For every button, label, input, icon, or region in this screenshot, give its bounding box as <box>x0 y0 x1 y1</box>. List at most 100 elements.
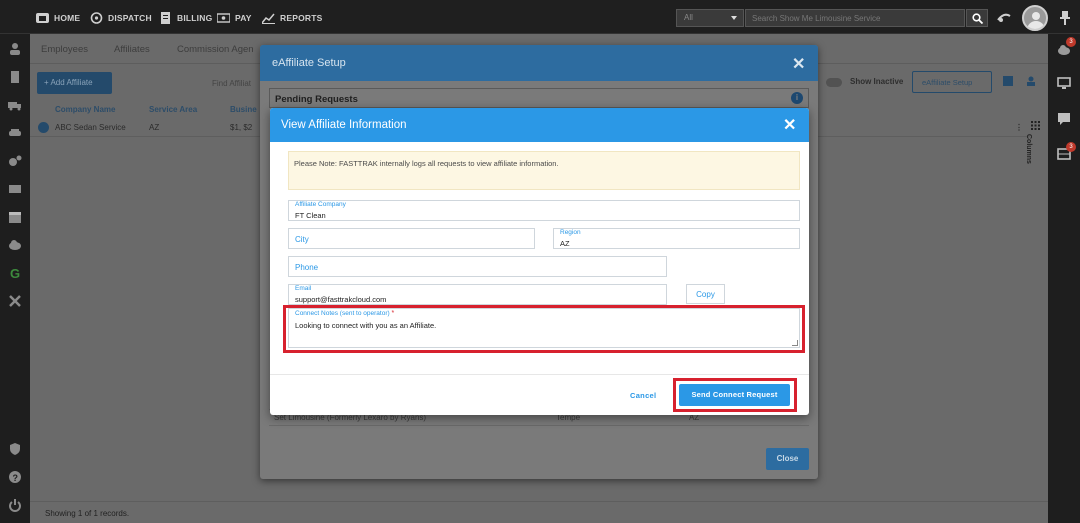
search-scope-value: All <box>684 13 693 22</box>
top-navigation-bar: HOME DISPATCH BILLING PAY REPORTS All Se… <box>0 0 1080 34</box>
logging-notice: Please Note: FASTTRAK internally logs al… <box>288 151 800 190</box>
view-modal-header: View Affiliate Information ✕ <box>270 108 809 142</box>
nav-dispatch-label: DISPATCH <box>108 13 152 23</box>
region-value: AZ <box>560 239 570 248</box>
send-highlight-box <box>673 378 797 412</box>
view-modal-title: View Affiliate Information <box>281 119 407 131</box>
help-icon[interactable]: ? <box>8 470 22 484</box>
view-affiliate-modal: View Affiliate Information ✕ Please Note… <box>270 108 809 415</box>
nav-billing[interactable]: BILLING <box>159 10 212 26</box>
nav-pay-label: PAY <box>235 13 252 23</box>
dispatch-icon <box>90 12 103 24</box>
person-icon[interactable] <box>1025 75 1037 87</box>
row-company: ABC Sedan Service <box>55 123 126 132</box>
svg-text:G: G <box>10 266 20 280</box>
nav-reports[interactable]: REPORTS <box>261 10 323 26</box>
avatar-body <box>1027 21 1045 29</box>
vehicle-icon[interactable] <box>8 182 22 196</box>
home-icon <box>36 12 49 24</box>
avatar-head <box>1032 12 1040 20</box>
setup-modal-title: eAffiliate Setup <box>272 57 346 69</box>
email-label: Email <box>295 285 312 292</box>
nav-home-label: HOME <box>54 13 81 23</box>
cancel-button[interactable]: Cancel <box>630 391 656 400</box>
city-field[interactable]: City <box>288 228 535 249</box>
search-button[interactable] <box>966 9 988 27</box>
right-rail: 3 3 <box>1048 34 1080 523</box>
user-avatar[interactable] <box>1022 5 1048 31</box>
nav-pay[interactable]: PAY <box>216 10 252 26</box>
g-brand-icon[interactable]: G <box>8 266 22 281</box>
affiliate-company-field[interactable]: Affiliate Company FT Clean <box>288 200 800 221</box>
nav-reports-label: REPORTS <box>280 13 323 23</box>
svg-text:?: ? <box>13 473 19 483</box>
cloud-icon[interactable] <box>8 238 22 252</box>
row-menu-icon[interactable]: ⋮ <box>1015 123 1023 132</box>
page-footer: Showing 1 of 1 records. <box>30 501 1048 523</box>
nav-home[interactable]: HOME <box>36 10 80 26</box>
building-icon[interactable] <box>8 70 22 84</box>
add-affiliate-button[interactable]: + Add Affiliate <box>37 72 112 94</box>
billing-icon <box>159 12 172 24</box>
user-icon[interactable] <box>8 42 22 56</box>
close-button[interactable]: Close <box>766 448 809 470</box>
gears-icon[interactable] <box>8 154 22 168</box>
notes-highlight-box <box>283 305 805 353</box>
row-area: AZ <box>149 123 160 132</box>
phone-placeholder: Phone <box>295 263 319 272</box>
nav-dispatch[interactable]: DISPATCH <box>90 10 152 26</box>
column-business[interactable]: Busine <box>230 105 257 114</box>
search-placeholder: Search Show Me Limousine Service <box>752 14 881 23</box>
affiliate-company-label: Affiliate Company <box>295 201 346 208</box>
eaffiliate-setup-button[interactable]: eAffiliate Setup <box>912 71 992 93</box>
globe-icon <box>38 122 49 133</box>
truck-icon[interactable] <box>8 98 22 112</box>
email-field[interactable]: Email support@fasttrakcloud.com <box>288 284 667 305</box>
region-label: Region <box>560 229 581 236</box>
shield-icon[interactable] <box>8 442 22 456</box>
phone-field[interactable]: Phone <box>288 256 667 277</box>
city-placeholder: City <box>295 235 309 244</box>
row-business: $1, $2 <box>230 123 253 132</box>
close-icon[interactable]: ✕ <box>783 115 796 135</box>
nav-billing-label: BILLING <box>177 13 213 23</box>
search-scope-select[interactable]: All <box>676 9 744 27</box>
support-icon[interactable] <box>996 10 1012 26</box>
tab-affiliates[interactable]: Affiliates <box>114 44 150 55</box>
pay-icon <box>216 12 231 24</box>
show-inactive-toggle[interactable] <box>826 78 842 87</box>
export-icon[interactable] <box>1002 75 1014 87</box>
region-field[interactable]: Region AZ <box>553 228 800 249</box>
chevron-down-icon <box>731 16 737 20</box>
left-sidebar: G ? <box>0 34 30 523</box>
records-count: Showing 1 of 1 records. <box>45 509 130 518</box>
info-icon[interactable]: i <box>791 92 803 104</box>
tab-employees[interactable]: Employees <box>41 44 88 55</box>
column-company-name[interactable]: Company Name <box>55 105 115 114</box>
search-input[interactable]: Search Show Me Limousine Service <box>745 9 965 27</box>
power-icon[interactable] <box>8 498 22 512</box>
car-icon[interactable] <box>8 126 22 140</box>
affiliate-company-value: FT Clean <box>295 211 326 220</box>
close-icon[interactable]: ✕ <box>792 54 805 74</box>
columns-panel-toggle[interactable]: Columns <box>1025 134 1032 164</box>
calendar-icon[interactable] <box>8 210 22 224</box>
pending-requests-title: Pending Requests <box>275 94 358 105</box>
monitor-icon[interactable] <box>1057 76 1071 90</box>
search-icon <box>972 13 983 24</box>
grid-icon[interactable] <box>1031 121 1040 130</box>
pending-requests-panel: Pending Requests i <box>269 88 809 108</box>
tools-icon[interactable] <box>8 294 22 308</box>
notice-text: Please Note: FASTTRAK internally logs al… <box>294 159 559 168</box>
notification-badge: 3 <box>1066 37 1076 47</box>
find-affiliate-input[interactable]: Find Affiliat <box>212 79 251 88</box>
inbox-badge: 3 <box>1066 142 1076 152</box>
column-service-area[interactable]: Service Area <box>149 105 197 114</box>
pin-icon[interactable] <box>1058 10 1074 26</box>
copy-email-button[interactable]: Copy <box>686 284 725 304</box>
tab-commission-agents[interactable]: Commission Agen <box>177 44 254 55</box>
reports-icon <box>261 12 275 24</box>
show-inactive-label: Show Inactive <box>850 77 904 86</box>
footer-divider <box>270 374 809 375</box>
chat-icon[interactable] <box>1057 112 1071 126</box>
